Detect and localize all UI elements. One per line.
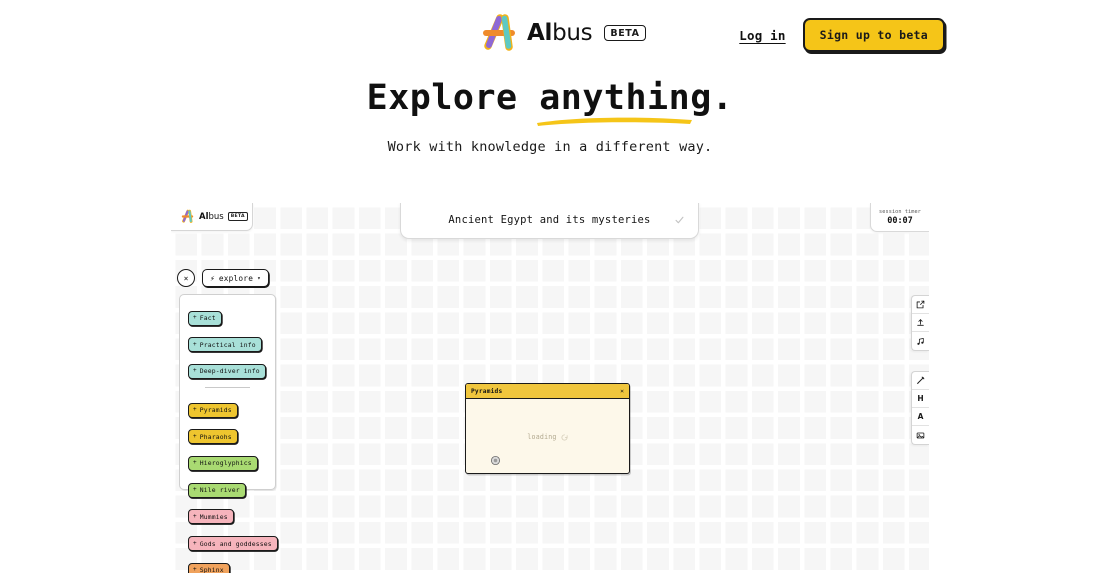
plus-icon: +	[193, 340, 197, 348]
topic-title: Ancient Egypt and its mysteries	[448, 213, 651, 226]
underline-brush-icon	[537, 117, 693, 127]
tag-chip[interactable]: + Pyramids	[188, 402, 238, 418]
login-link[interactable]: Log in	[739, 28, 785, 43]
tag-divider	[205, 387, 250, 389]
tag-chip[interactable]: + Pharaohs	[188, 429, 238, 445]
hero-subtitle: Work with knowledge in a different way.	[387, 139, 713, 156]
plus-icon: +	[193, 432, 197, 440]
app-logo-name-bold: Al	[199, 211, 209, 222]
toolbar-annotation: H A	[911, 371, 929, 445]
loading-indicator: loading	[527, 433, 568, 441]
tag-chip[interactable]: + Practical info	[188, 337, 262, 353]
top-navigation: Albus BETA Log in Sign up to beta	[0, 0, 1100, 66]
tag-label: Deep-diver info	[199, 367, 260, 376]
tag-label: Practical info	[199, 340, 256, 349]
chevron-down-icon: ▾	[257, 274, 261, 282]
session-timer: session timer 00:07	[870, 203, 929, 232]
tag-label: Gods and goddesses	[199, 539, 272, 548]
highlight-h-icon[interactable]: H	[912, 390, 929, 408]
share-icon[interactable]	[912, 296, 929, 314]
beta-badge: BETA	[604, 24, 646, 42]
tag-label: Pharaohs	[199, 432, 232, 441]
plus-icon: +	[193, 566, 197, 573]
check-icon	[675, 216, 684, 223]
content-card[interactable]: Pyramids × loading	[465, 383, 630, 474]
card-close-icon[interactable]: ×	[620, 388, 624, 395]
plus-icon: +	[193, 459, 197, 467]
hero-title-highlight: anything.	[539, 78, 734, 118]
explore-label: explore	[218, 273, 254, 283]
plus-icon: +	[193, 406, 197, 414]
app-preview: Albus BETA Ancient Egypt and its mysteri…	[171, 203, 929, 573]
hero-section: Explore anything. Work with knowledge in…	[0, 78, 1100, 155]
pen-icon[interactable]	[912, 372, 929, 390]
tag-label: Sphinx	[199, 566, 224, 573]
plus-icon: +	[193, 512, 197, 520]
tag-chip[interactable]: + Fact	[188, 310, 222, 326]
plus-icon: +	[193, 539, 197, 547]
tag-chip[interactable]: + Deep-diver info	[188, 363, 266, 379]
toolbar-share	[911, 295, 929, 351]
card-header: Pyramids ×	[466, 384, 629, 399]
albus-logo-icon	[483, 14, 515, 51]
brand-name-light: bus	[552, 20, 593, 46]
tag-group-info: + Fact + Practical info + Deep-diver info	[188, 304, 267, 384]
explore-dropdown[interactable]: ⚡ explore ▾	[202, 269, 269, 287]
spinner-icon	[561, 433, 568, 440]
app-logo-badge[interactable]: Albus BETA	[171, 203, 253, 231]
tag-chip[interactable]: + Sphinx	[188, 562, 230, 573]
loading-label: loading	[527, 433, 557, 441]
brand-name-bold: Al	[527, 20, 553, 46]
image-icon[interactable]	[912, 426, 929, 444]
nav-actions: Log in Sign up to beta	[739, 18, 945, 52]
session-timer-value: 00:07	[887, 215, 913, 226]
app-logo-name: Albus	[199, 212, 224, 222]
session-timer-label: session timer	[879, 208, 921, 215]
tag-chip[interactable]: + Mummies	[188, 509, 234, 525]
page-title: Explore anything.	[366, 78, 734, 127]
tag-panel: + Fact + Practical info + Deep-diver info + Py…	[179, 294, 278, 573]
plus-icon: +	[193, 367, 197, 375]
app-beta-badge: BETA	[227, 212, 248, 221]
plus-icon: +	[193, 486, 197, 494]
tag-label: Hieroglyphics	[199, 459, 252, 468]
tag-label: Pyramids	[199, 406, 232, 415]
brand-logo[interactable]: Albus BETA	[478, 12, 646, 54]
tag-group-topics: + Pyramids + Pharaohs + Hieroglyphics + Nile ri…	[188, 396, 278, 573]
tag-chip[interactable]: + Hieroglyphics	[188, 455, 258, 471]
card-body: loading	[466, 399, 629, 473]
topic-bar[interactable]: Ancient Egypt and its mysteries	[400, 203, 699, 239]
app-albus-logo-icon	[181, 209, 194, 223]
music-note-icon[interactable]	[912, 332, 929, 350]
brand-name: Albus	[527, 20, 593, 46]
app-logo-name-light: bus	[208, 211, 224, 222]
text-a-icon[interactable]: A	[912, 408, 929, 426]
hero-title-plain: Explore	[366, 78, 540, 118]
tag-label: Fact	[199, 314, 216, 322]
hero-title-highlight-wrap: anything.	[537, 78, 734, 127]
tag-chip[interactable]: + Gods and goddesses	[188, 536, 278, 551]
lightning-bolt-icon: ⚡	[210, 273, 215, 283]
plus-icon: +	[193, 314, 197, 321]
tag-chip[interactable]: + Nile river	[188, 482, 246, 498]
tag-label: Nile river	[199, 486, 240, 495]
tag-label: Mummies	[199, 512, 228, 521]
close-panel-button[interactable]: ×	[177, 269, 195, 287]
card-title: Pyramids	[471, 387, 503, 395]
signup-button[interactable]: Sign up to beta	[802, 18, 945, 52]
upload-icon[interactable]	[912, 314, 929, 332]
collaborator-cursor-icon	[490, 455, 501, 466]
explore-controls: × ⚡ explore ▾	[177, 269, 269, 287]
